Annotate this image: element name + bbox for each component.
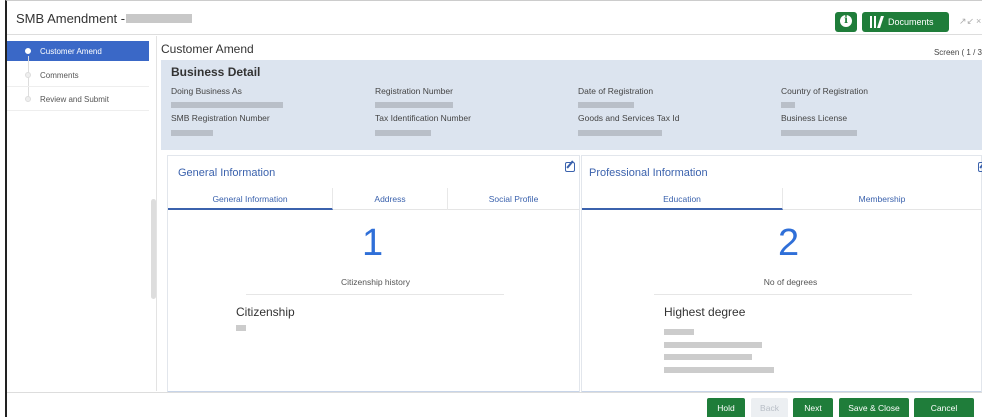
next-button[interactable]: Next bbox=[793, 398, 833, 417]
field-value-country-of-registration bbox=[781, 102, 795, 108]
documents-button[interactable]: Documents bbox=[862, 12, 949, 32]
main-content: Customer Amend Screen ( 1 / 3 Business D… bbox=[160, 36, 982, 393]
field-value-gst-id bbox=[578, 130, 662, 136]
field-value-date-of-registration bbox=[578, 102, 634, 108]
smb-amendment-window: SMB Amendment - i Documents ↗↙ × Custome… bbox=[5, 0, 982, 417]
field-value-registration-number bbox=[375, 102, 453, 108]
sidebar-item-label: Comments bbox=[40, 71, 79, 80]
hold-button[interactable]: Hold bbox=[707, 398, 745, 417]
back-button[interactable]: Back bbox=[751, 398, 788, 417]
field-label-registration-number: Registration Number bbox=[375, 86, 453, 96]
tab-social-profile[interactable]: Social Profile bbox=[448, 188, 579, 210]
field-value-tax-identification-number bbox=[375, 130, 431, 136]
restore-icon[interactable]: ↗↙ bbox=[959, 16, 974, 27]
divider bbox=[246, 294, 504, 295]
sidebar: Customer Amend Comments Review and Submi… bbox=[7, 36, 157, 391]
save-and-close-button[interactable]: Save & Close bbox=[839, 398, 909, 417]
redacted-customer-name bbox=[126, 14, 192, 23]
citizenship-count-label: Citizenship history bbox=[341, 277, 410, 287]
field-value-smb-registration-number bbox=[171, 130, 213, 136]
field-label-gst-id: Goods and Services Tax Id bbox=[578, 113, 680, 123]
divider bbox=[7, 110, 149, 111]
citizenship-heading: Citizenship bbox=[236, 305, 295, 319]
tab-general-information[interactable]: General Information bbox=[168, 188, 333, 210]
tab-address[interactable]: Address bbox=[333, 188, 448, 210]
documents-label: Documents bbox=[888, 17, 934, 27]
field-value-business-license bbox=[781, 130, 857, 136]
tab-membership[interactable]: Membership bbox=[783, 188, 981, 210]
professional-information-title: Professional Information bbox=[589, 167, 708, 179]
title-bar: SMB Amendment - i Documents ↗↙ × bbox=[7, 1, 982, 35]
page-title: Customer Amend bbox=[161, 42, 254, 56]
field-label-smb-registration-number: SMB Registration Number bbox=[171, 113, 270, 123]
tab-education[interactable]: Education bbox=[582, 188, 783, 210]
citizenship-value bbox=[236, 325, 246, 331]
sidebar-item-label: Review and Submit bbox=[40, 95, 109, 104]
degree-line-3 bbox=[664, 354, 752, 360]
field-label-doing-business-as: Doing Business As bbox=[171, 86, 242, 96]
sidebar-item-review-and-submit[interactable]: Review and Submit bbox=[7, 89, 149, 109]
field-label-country-of-registration: Country of Registration bbox=[781, 86, 868, 96]
degree-line-4 bbox=[664, 367, 774, 373]
general-information-card: General Information General Information … bbox=[167, 155, 580, 393]
sidebar-item-label: Customer Amend bbox=[40, 47, 102, 56]
cancel-button[interactable]: Cancel bbox=[914, 398, 974, 417]
field-label-tax-identification-number: Tax Identification Number bbox=[375, 113, 471, 123]
professional-information-card: Professional Information Education Membe… bbox=[581, 155, 982, 393]
step-dot-icon bbox=[25, 48, 31, 54]
citizenship-count: 1 bbox=[362, 222, 384, 264]
edit-icon[interactable] bbox=[565, 162, 575, 172]
divider bbox=[7, 86, 149, 87]
info-icon: i bbox=[840, 15, 852, 27]
scrollbar[interactable] bbox=[151, 199, 156, 299]
sidebar-item-comments[interactable]: Comments bbox=[7, 65, 149, 85]
general-info-tabs: General Information Address Social Profi… bbox=[168, 188, 579, 210]
degree-line-2 bbox=[664, 342, 762, 348]
field-value-doing-business-as bbox=[171, 102, 283, 108]
library-icon bbox=[870, 16, 884, 28]
general-information-title: General Information bbox=[178, 167, 276, 179]
field-label-date-of-registration: Date of Registration bbox=[578, 86, 654, 96]
degree-count-label: No of degrees bbox=[763, 277, 818, 287]
divider bbox=[654, 294, 912, 295]
close-icon[interactable]: × bbox=[976, 16, 981, 26]
field-label-business-license: Business License bbox=[781, 113, 848, 123]
edit-icon[interactable] bbox=[978, 162, 982, 172]
business-detail-panel: Business Detail Doing Business As Regist… bbox=[161, 60, 982, 150]
info-button[interactable]: i bbox=[835, 12, 857, 32]
degree-count: 2 bbox=[778, 222, 800, 264]
business-detail-title: Business Detail bbox=[171, 65, 261, 79]
screen-indicator: Screen ( 1 / 3 bbox=[933, 48, 982, 57]
degree-line-1 bbox=[664, 329, 694, 335]
footer-actions: Hold Back Next Save & Close Cancel bbox=[7, 392, 982, 417]
professional-info-tabs: Education Membership bbox=[582, 188, 981, 210]
step-dot-icon bbox=[25, 72, 31, 78]
window-title: SMB Amendment - bbox=[16, 11, 126, 26]
step-dot-icon bbox=[25, 96, 31, 102]
highest-degree-heading: Highest degree bbox=[664, 305, 746, 319]
